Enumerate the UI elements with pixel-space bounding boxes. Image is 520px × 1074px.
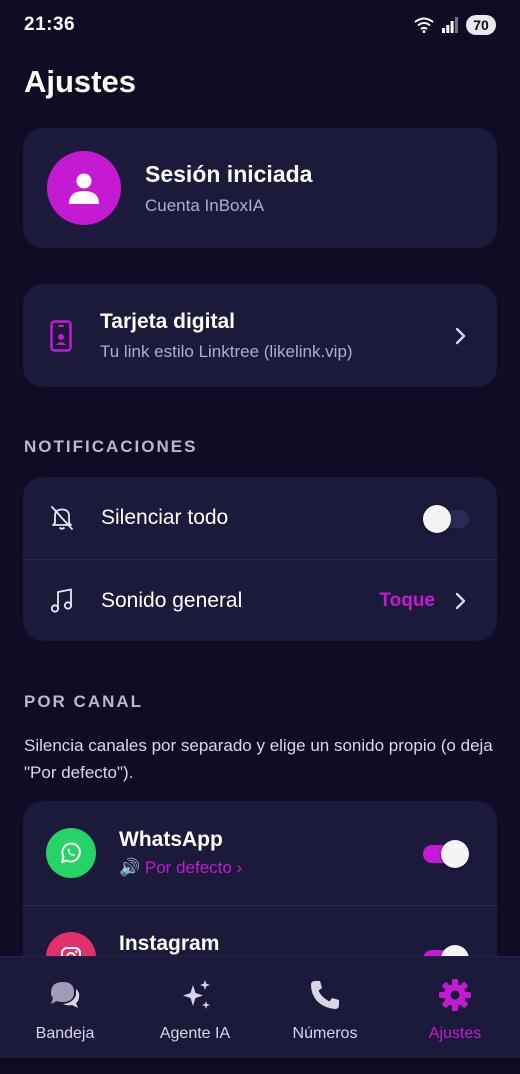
channel-row-whatsapp[interactable]: WhatsApp 🔊 Por defecto › [23, 801, 497, 905]
battery-indicator: 70 [466, 15, 496, 35]
nav-item-agente-ia[interactable]: Agente IA [130, 957, 260, 1058]
chat-bubbles-icon [51, 982, 80, 1008]
wifi-icon [414, 17, 434, 33]
phone-badge-icon [50, 319, 72, 352]
status-bar: 21:36 70 [0, 0, 520, 50]
toggle-knob [423, 505, 451, 533]
user-icon [69, 173, 99, 204]
notifications-card: Silenciar todo Sonido general Toque [23, 477, 497, 641]
profile-subtitle: Cuenta InBoxIA [145, 195, 265, 215]
nav-item-ajustes[interactable]: Ajustes [390, 957, 520, 1058]
mute-all-row[interactable]: Silenciar todo [23, 477, 497, 559]
nav-item-bandeja[interactable]: Bandeja [0, 957, 130, 1058]
general-sound-value: Toque [379, 589, 435, 611]
general-sound-label: Sonido general [101, 588, 243, 612]
music-note-icon [50, 588, 73, 613]
sparkles-icon [183, 980, 210, 1009]
status-icons: 70 [414, 15, 496, 35]
whatsapp-toggle[interactable] [423, 840, 469, 868]
system-navigation-area [0, 1058, 520, 1074]
digital-card-subtitle: Tu link estilo Linktree (likelink.vip) [100, 341, 353, 361]
channel-name: WhatsApp [119, 828, 223, 851]
digital-card-item[interactable]: Tarjeta digital Tu link estilo Linktree … [23, 284, 497, 387]
notifications-header: NOTIFICACIONES [24, 437, 198, 456]
digital-card-text: Tarjeta digital Tu link estilo Linktree … [100, 310, 453, 362]
profile-card[interactable]: Sesión iniciada Cuenta InBoxIA [23, 128, 497, 248]
nav-label: Bandeja [35, 1025, 95, 1042]
mute-all-label: Silenciar todo [101, 506, 229, 529]
nav-label: Agente IA [159, 1025, 231, 1042]
channel-name: Instagram [119, 932, 220, 955]
page-title: Ajustes [24, 64, 136, 99]
avatar [47, 151, 121, 225]
nav-item-numeros[interactable]: Números [260, 957, 390, 1058]
chevron-right-icon [455, 592, 466, 609]
per-channel-description: Silencia canales por separado y elige un… [24, 736, 493, 782]
bottom-navigation: Bandeja Agente IA Números Ajustes [0, 956, 520, 1058]
chevron-right-icon [455, 327, 466, 344]
profile-text: Sesión iniciada Cuenta InBoxIA [145, 161, 312, 216]
nav-label: Ajustes [428, 1025, 482, 1042]
general-sound-row[interactable]: Sonido general Toque [23, 559, 497, 641]
toggle-knob [441, 840, 469, 868]
whatsapp-icon [46, 828, 96, 878]
signal-icon [442, 17, 458, 33]
bell-off-icon [51, 506, 73, 530]
phone-icon [311, 981, 339, 1009]
channel-text: WhatsApp 🔊 Por defecto › [119, 828, 423, 878]
channel-sound-selector[interactable]: 🔊 Por defecto › [119, 858, 423, 878]
gear-icon [439, 979, 471, 1011]
mute-all-toggle[interactable] [423, 505, 469, 533]
per-channel-header: POR CANAL [24, 692, 144, 711]
whatsapp-glyph [61, 842, 81, 863]
digital-card-title: Tarjeta digital [100, 309, 235, 333]
nav-label: Números [292, 1025, 358, 1042]
profile-title: Sesión iniciada [145, 160, 313, 187]
status-time: 21:36 [24, 14, 76, 35]
